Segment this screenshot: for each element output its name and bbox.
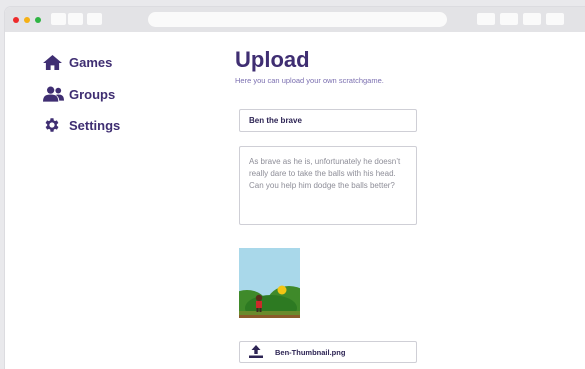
upload-icon bbox=[249, 345, 265, 359]
close-window-dot[interactable] bbox=[13, 17, 19, 23]
browser-control-placeholder[interactable] bbox=[500, 13, 518, 25]
sidebar-item-label: Groups bbox=[69, 86, 116, 102]
sidebar-item-groups[interactable]: Groups bbox=[43, 83, 115, 105]
thumbnail-upload-field[interactable]: Ben-Thumbnail.png bbox=[239, 341, 417, 363]
browser-control-placeholder[interactable] bbox=[477, 13, 495, 25]
gear-icon bbox=[43, 115, 65, 135]
address-bar[interactable] bbox=[148, 12, 447, 27]
browser-control-placeholder[interactable] bbox=[546, 13, 564, 25]
browser-tab-placeholder[interactable] bbox=[87, 13, 102, 25]
browser-toolbar bbox=[5, 7, 585, 32]
game-title-input[interactable] bbox=[239, 109, 417, 132]
browser-control-placeholder[interactable] bbox=[523, 13, 541, 25]
browser-tab-placeholder[interactable] bbox=[68, 13, 83, 25]
maximize-window-dot[interactable] bbox=[35, 17, 41, 23]
game-description-textarea[interactable]: As brave as he is, unfortunately he does… bbox=[239, 146, 417, 225]
home-icon bbox=[43, 52, 65, 72]
sidebar-item-label: Games bbox=[69, 54, 113, 70]
thumbnail-file-name: Ben-Thumbnail.png bbox=[275, 347, 346, 357]
users-icon bbox=[43, 84, 65, 104]
thumbnail-preview bbox=[239, 248, 300, 318]
browser-window: Games Groups Settings Upload Here you ca… bbox=[5, 7, 585, 369]
page-title: Upload bbox=[235, 47, 310, 72]
browser-tab-placeholder[interactable] bbox=[51, 13, 66, 25]
page-subtitle: Here you can upload your own scratchgame… bbox=[235, 76, 384, 85]
minimize-window-dot[interactable] bbox=[24, 17, 30, 23]
sidebar-item-settings[interactable]: Settings bbox=[43, 114, 120, 136]
sidebar-item-games[interactable]: Games bbox=[43, 51, 112, 73]
sidebar-item-label: Settings bbox=[69, 117, 121, 133]
